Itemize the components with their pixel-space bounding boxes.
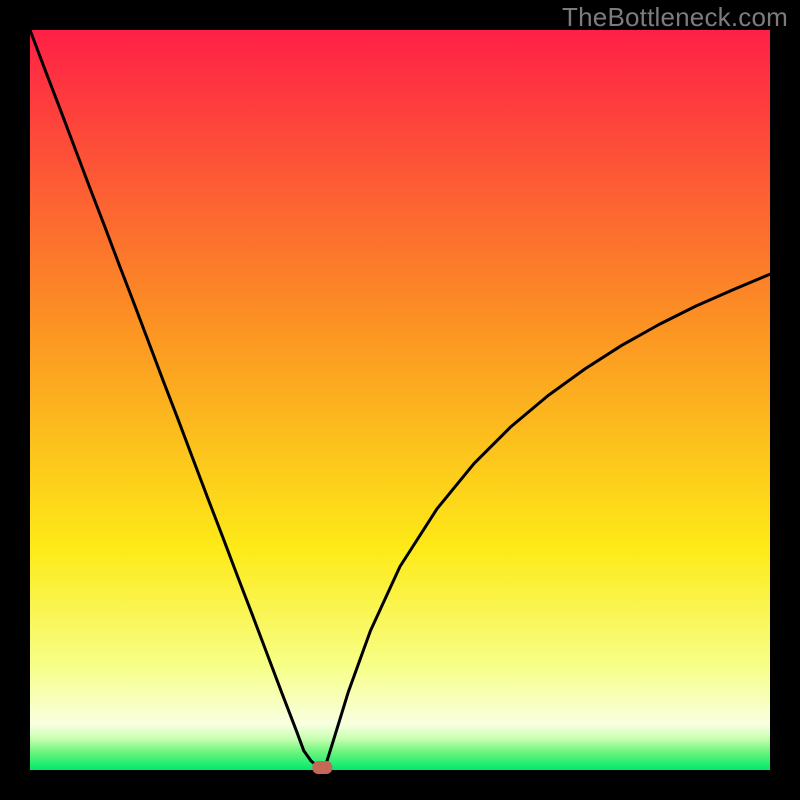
watermark-text: TheBottleneck.com [562, 2, 788, 33]
chart-svg [0, 0, 800, 800]
plot-background [30, 30, 770, 770]
optimum-marker [312, 761, 332, 774]
outer-frame: TheBottleneck.com [0, 0, 800, 800]
